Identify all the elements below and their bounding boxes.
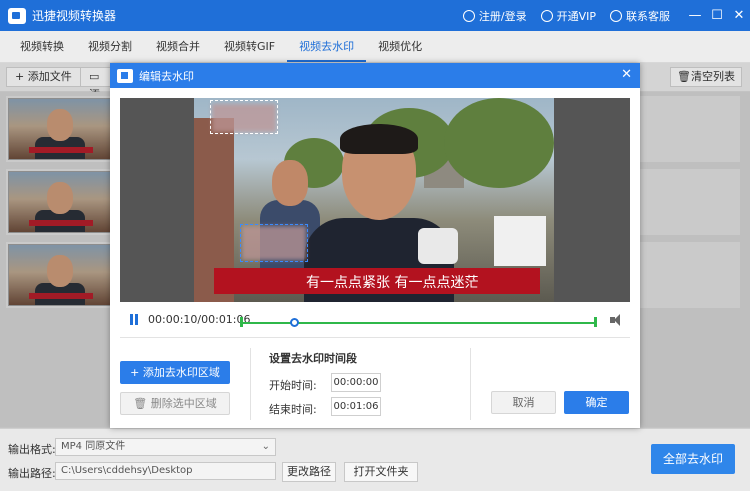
vip-link[interactable]: 开通VIP	[540, 8, 596, 24]
divider	[250, 348, 251, 420]
restore-button[interactable]: ☐	[706, 8, 728, 23]
end-time-input[interactable]: 00:01:06	[331, 397, 381, 416]
watermark-region-box-selected[interactable]	[240, 224, 308, 262]
video-preview[interactable]: 有一点点紧张 有一点点迷茫	[120, 98, 630, 302]
time-display: 00:00:10/00:01:06	[148, 313, 251, 326]
chat-icon	[610, 9, 622, 22]
output-format-label: 输出格式:	[8, 443, 56, 456]
tab-video-optimize[interactable]: 视频优化	[366, 31, 434, 62]
app-title: 迅捷视频转换器	[32, 9, 117, 23]
confirm-button[interactable]: 确定	[564, 391, 629, 414]
range-start-handle[interactable]	[240, 317, 243, 327]
register-login-link[interactable]: 注册/登录	[462, 8, 527, 24]
user-icon	[462, 9, 475, 22]
support-link[interactable]: 联系客服	[610, 8, 670, 24]
tab-video-merge[interactable]: 视频合并	[144, 31, 212, 62]
vip-icon	[540, 9, 553, 22]
minimize-button[interactable]: —	[684, 8, 706, 23]
change-path-button[interactable]: 更改路径	[282, 462, 336, 482]
add-watermark-region-button[interactable]: + 添加去水印区域	[120, 361, 230, 384]
output-panel: 输出格式: MP4 同原文件 ⌄ 输出路径: C:\Users\cddehsy\…	[0, 428, 750, 491]
app-logo-icon	[117, 68, 133, 83]
remove-all-watermark-button[interactable]: 全部去水印	[651, 444, 735, 474]
main-nav: 视频转换 视频分割 视频合并 视频转GIF 视频去水印 视频优化	[0, 31, 750, 63]
pause-icon[interactable]	[130, 314, 139, 325]
video-subtitle: 有一点点紧张 有一点点迷茫	[306, 275, 479, 291]
tab-remove-watermark[interactable]: 视频去水印	[287, 31, 367, 62]
dialog-header: 编辑去水印 ✕	[110, 63, 640, 88]
video-frame: 有一点点紧张 有一点点迷茫	[194, 98, 554, 302]
watermark-region-box[interactable]	[210, 100, 278, 134]
divider	[470, 348, 471, 420]
end-time-label: 结束时间:	[269, 403, 317, 416]
close-window-button[interactable]: ✕	[728, 8, 750, 23]
tab-video-to-gif[interactable]: 视频转GIF	[212, 31, 287, 62]
close-icon[interactable]: ✕	[621, 67, 632, 82]
volume-icon[interactable]	[610, 314, 624, 326]
output-path-label: 输出路径:	[8, 467, 56, 480]
delete-region-button[interactable]: 🗑 删除选中区域	[120, 392, 230, 415]
chevron-down-icon: ⌄	[261, 441, 270, 452]
dialog-title: 编辑去水印	[139, 69, 194, 83]
title-bar: 迅捷视频转换器 注册/登录 开通VIP 联系客服 — ☐ ✕	[0, 0, 750, 31]
cancel-button[interactable]: 取消	[491, 391, 556, 414]
trash-icon: 🗑	[133, 397, 151, 410]
tab-video-convert[interactable]: 视频转换	[0, 31, 76, 62]
tab-video-split[interactable]: 视频分割	[76, 31, 144, 62]
start-time-label: 开始时间:	[269, 379, 317, 392]
playback-controls: 00:00:10/00:01:06	[120, 302, 630, 338]
open-folder-button[interactable]: 打开文件夹	[344, 462, 418, 482]
output-format-select[interactable]: MP4 同原文件 ⌄	[55, 438, 276, 456]
range-end-handle[interactable]	[594, 317, 597, 327]
time-range-title: 设置去水印时间段	[269, 352, 357, 365]
app-logo-icon	[8, 7, 26, 24]
edit-watermark-dialog: 编辑去水印 ✕ 有一点点紧张 有一点点迷茫 00:00:10/00:01:06 …	[110, 63, 640, 428]
playhead-knob[interactable]	[289, 318, 299, 327]
start-time-input[interactable]: 00:00:00	[331, 373, 381, 392]
output-path-field[interactable]: C:\Users\cddehsy\Desktop	[55, 462, 276, 480]
